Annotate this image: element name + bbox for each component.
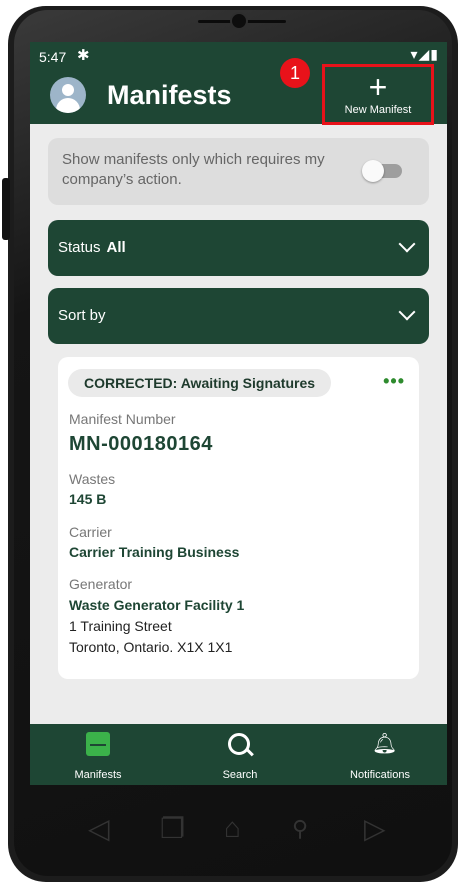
inbox-icon <box>86 732 110 756</box>
new-manifest-label: New Manifest <box>344 104 412 116</box>
forward-icon[interactable]: ▷ <box>364 812 386 845</box>
app-screen: 5:47 ✱ ▾◢▮ Manifests + New Manifest 1 Sh… <box>30 42 447 785</box>
status-badge: CORRECTED: Awaiting Signatures <box>68 369 332 397</box>
app-header: 5:47 ✱ ▾◢▮ Manifests + New Manifest 1 <box>30 42 447 125</box>
recents-icon[interactable]: ❐ <box>160 812 185 845</box>
avatar-body-shape <box>56 98 80 113</box>
signal-battery-icon: ▾◢▮ <box>410 46 439 62</box>
nav-manifests-label: Manifests <box>74 769 122 781</box>
bottom-navigation: Manifests Search 🔔︎ Notifications <box>30 724 447 785</box>
generator-label: Generator <box>69 576 133 592</box>
manifest-number-label: Manifest Number <box>69 411 176 427</box>
action-filter-card: Show manifests only which requires my co… <box>48 138 429 205</box>
side-button <box>2 178 10 240</box>
home-icon[interactable]: ⌂ <box>224 812 241 844</box>
generator-name: Waste Generator Facility 1 <box>69 597 245 613</box>
new-manifest-button[interactable]: + New Manifest <box>322 64 434 125</box>
gear-icon: ✱ <box>77 47 90 64</box>
page-title: Manifests <box>107 80 232 110</box>
more-options-icon[interactable]: ••• <box>383 371 405 392</box>
chevron-down-icon <box>398 235 416 253</box>
nav-search[interactable]: Search <box>180 724 300 785</box>
status-dropdown-label: Status All <box>58 239 126 256</box>
nav-notifications-label: Notifications <box>350 769 410 781</box>
status-time: 5:47 <box>39 49 67 65</box>
manifest-number: MN-000180164 <box>69 433 213 455</box>
avatar-head-shape <box>62 84 74 96</box>
nav-search-label: Search <box>222 769 258 781</box>
system-nav-bar: ◁ ❐ ⌂ ⚲ ▷ <box>30 800 447 860</box>
wastes-label: Wastes <box>69 471 116 487</box>
status-label-text: Status <box>58 239 101 256</box>
plus-icon: + <box>368 69 388 105</box>
status-value: All <box>106 239 126 256</box>
generator-street: 1 Training Street <box>69 618 172 634</box>
nav-notifications[interactable]: 🔔︎ Notifications <box>320 724 440 785</box>
nav-manifests[interactable]: Manifests <box>38 724 158 785</box>
carrier-label: Carrier <box>69 524 112 540</box>
search-key-icon[interactable]: ⚲ <box>292 816 308 842</box>
bell-icon: 🔔︎ <box>372 733 398 755</box>
front-camera <box>230 12 248 30</box>
status-dropdown[interactable]: Status All <box>48 220 429 276</box>
action-filter-label: Show manifests only which requires my co… <box>62 151 325 188</box>
sort-dropdown-label: Sort by <box>58 307 106 324</box>
toggle-knob[interactable] <box>362 160 384 182</box>
manifest-card[interactable]: CORRECTED: Awaiting Signatures ••• Manif… <box>58 357 419 679</box>
sort-dropdown[interactable]: Sort by <box>48 288 429 344</box>
wastes-value: 145 B <box>69 491 107 507</box>
annotation-badge: 1 <box>280 58 310 88</box>
generator-city: Toronto, Ontario. X1X 1X1 <box>69 639 233 655</box>
avatar[interactable] <box>50 77 86 113</box>
back-icon[interactable]: ◁ <box>88 812 110 845</box>
search-icon <box>228 733 250 755</box>
carrier-value: Carrier Training Business <box>69 544 240 560</box>
chevron-down-icon <box>398 303 416 321</box>
